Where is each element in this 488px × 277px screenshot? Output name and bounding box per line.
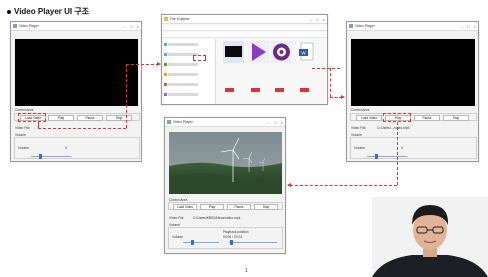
flow-line (330, 68, 331, 97)
play-button[interactable]: Play (48, 115, 74, 121)
close-icon[interactable]: × (137, 24, 139, 29)
file-label-tag (275, 88, 284, 92)
window-titlebar: Video Player – □ × (165, 118, 285, 127)
folder-icon (164, 17, 168, 21)
position-label: Playback position (223, 230, 249, 234)
pause-button[interactable]: Pause (227, 204, 251, 210)
file-label-tag (225, 88, 234, 92)
file-dialog-window: File Explorer – □ × W (161, 14, 328, 105)
slide-title-text: Video Player UI 구조 (14, 7, 90, 16)
video-frame (169, 132, 282, 194)
maximize-icon[interactable]: □ (467, 24, 469, 29)
play-button-highlight (383, 113, 411, 122)
position-value: 0 (65, 146, 67, 150)
minimize-icon[interactable]: – (310, 17, 312, 22)
dialog-titlebar: File Explorer – □ × (162, 15, 327, 24)
video-area (15, 39, 138, 106)
flow-line (290, 185, 397, 186)
volume-value: Volume (172, 235, 183, 239)
load-video-button[interactable]: Load Video (173, 204, 197, 210)
presenter-webcam (372, 197, 488, 277)
flow-line (38, 128, 126, 129)
position-slider[interactable] (229, 242, 277, 243)
maximize-icon[interactable]: □ (130, 24, 132, 29)
minimize-icon[interactable]: – (124, 24, 126, 29)
pause-button[interactable]: Pause (77, 115, 103, 121)
volume-slider[interactable] (367, 156, 407, 157)
wind-turbine-scene (169, 132, 282, 194)
video-player-window-playing: Video Player – □ × Control Area Load Vid… (164, 117, 286, 254)
load-button-highlight (18, 113, 46, 122)
flow-arrow-icon (287, 183, 291, 187)
address-bar[interactable] (162, 25, 327, 31)
media-thumbnail[interactable] (271, 41, 292, 63)
volume-value: Volume (354, 146, 365, 150)
selected-file-highlight (193, 55, 206, 61)
app-icon (13, 24, 17, 28)
pause-button[interactable]: Pause (414, 115, 440, 121)
video-area (351, 39, 475, 106)
flow-line (126, 64, 159, 65)
window-title: Video Player (173, 120, 193, 124)
play-button[interactable]: Play (200, 204, 224, 210)
controls-label: Control Area (351, 108, 370, 112)
file-path-value: C:/Users/KBS/Videos/video.mp4 (193, 216, 241, 220)
window-title: Video Player (19, 24, 39, 28)
stop-button[interactable]: Stop (443, 115, 469, 121)
volume-slider[interactable] (183, 242, 219, 243)
file-label: Video File (169, 216, 184, 220)
dialog-toolbar (162, 32, 327, 38)
bullet-icon (7, 9, 11, 14)
flow-line (312, 68, 340, 69)
position-value: 00:00 / 00:31 (223, 235, 243, 239)
close-icon[interactable]: × (281, 120, 283, 125)
stop-button[interactable]: Stop (106, 115, 132, 121)
maximize-icon[interactable]: □ (274, 120, 276, 125)
controls-label: Control Area (15, 108, 34, 112)
close-icon[interactable]: × (474, 24, 476, 29)
window-title: Video Player (355, 24, 375, 28)
page-number: 1 (245, 268, 248, 274)
volume-slider[interactable] (31, 156, 71, 157)
volume-slider-thumb[interactable] (375, 154, 378, 159)
close-icon[interactable]: × (323, 17, 325, 22)
file-label: Video File (15, 126, 30, 130)
flow-line (397, 122, 398, 185)
minimize-icon[interactable]: – (268, 120, 270, 125)
window-titlebar: Video Player – □ × (347, 22, 478, 31)
slide-title: Video Player UI 구조 (7, 6, 89, 17)
video-player-window-initial: Video Player – □ × Control Area Load Video… (10, 21, 142, 162)
volume-value: Volume (18, 146, 29, 150)
file-label-tag (251, 88, 260, 92)
flow-arrow-icon (341, 95, 345, 99)
app-icon (167, 120, 171, 124)
file-label-tag (300, 88, 309, 92)
file-label: Video File (351, 126, 366, 130)
maximize-icon[interactable]: □ (316, 17, 318, 22)
position-value: 0 (401, 146, 403, 150)
window-titlebar: Video Player – □ × (11, 22, 141, 31)
load-video-button[interactable]: Load Video (356, 115, 382, 121)
volume-slider-thumb[interactable] (39, 154, 42, 159)
video-file-thumbnail[interactable]: W (296, 41, 317, 63)
image-thumbnail[interactable] (223, 41, 244, 63)
flow-arrow-icon (157, 62, 161, 66)
flow-line (126, 64, 127, 128)
video-player-window-loaded: Video Player – □ × Control Area Load Video… (346, 21, 479, 162)
volume-slider-thumb[interactable] (191, 240, 194, 245)
app-icon (349, 24, 353, 28)
dialog-title: File Explorer (170, 17, 190, 21)
dialog-sidebar (164, 39, 216, 104)
stop-button[interactable]: Stop (254, 204, 278, 210)
file-path-value: C:/Users/.../video.mp4 (377, 126, 410, 130)
file-thumbnail[interactable] (248, 41, 269, 63)
minimize-icon[interactable]: – (461, 24, 463, 29)
position-slider-thumb[interactable] (230, 240, 233, 245)
